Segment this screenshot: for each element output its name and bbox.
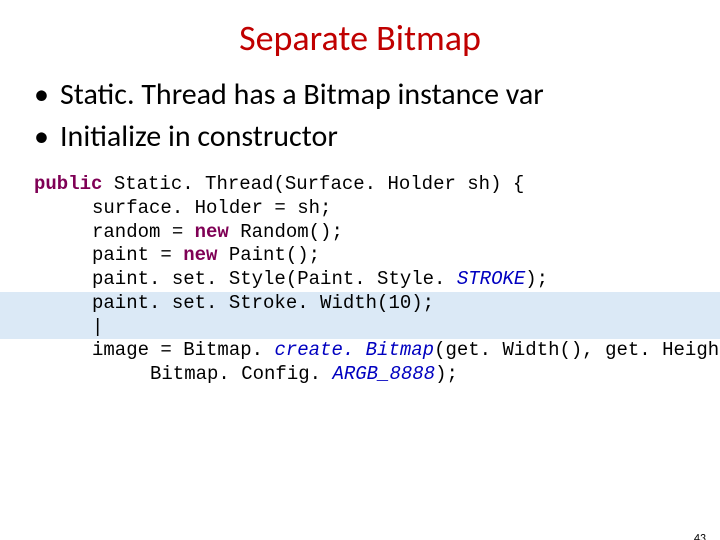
bullet-list: Static. Thread has a Bitmap instance var… bbox=[34, 76, 720, 155]
code-line: paint = new Paint(); bbox=[34, 244, 680, 268]
code-text: ); bbox=[435, 363, 458, 385]
slide-title: Separate Bitmap bbox=[0, 16, 720, 60]
code-keyword: new bbox=[195, 221, 229, 243]
code-keyword: public bbox=[34, 173, 102, 195]
slide: Separate Bitmap Static. Thread has a Bit… bbox=[0, 16, 720, 540]
code-text: Paint(); bbox=[217, 244, 320, 266]
code-static: ARGB_8888 bbox=[332, 363, 435, 385]
code-text: image = Bitmap. bbox=[92, 339, 274, 361]
bullet-item: Initialize in constructor bbox=[34, 118, 720, 156]
code-line: paint. set. Style(Paint. Style. STROKE); bbox=[34, 268, 680, 292]
code-line: image = Bitmap. create. Bitmap(get. Widt… bbox=[34, 339, 680, 363]
code-line-highlighted: paint. set. Stroke. Width(10); bbox=[0, 292, 720, 316]
code-text: Bitmap. Config. bbox=[150, 363, 332, 385]
page-number: 43 bbox=[694, 532, 706, 540]
code-text: (get. Width(), get. Height(), bbox=[434, 339, 720, 361]
code-line: Bitmap. Config. ARGB_8888); bbox=[34, 363, 680, 387]
code-keyword: new bbox=[183, 244, 217, 266]
code-text: ); bbox=[525, 268, 548, 290]
code-text: Static. Thread(Surface. Holder sh) { bbox=[102, 173, 524, 195]
code-text: Random(); bbox=[229, 221, 343, 243]
code-static: STROKE bbox=[457, 268, 525, 290]
code-block: public Static. Thread(Surface. Holder sh… bbox=[34, 173, 680, 387]
code-text: paint = bbox=[92, 244, 183, 266]
code-text: random = bbox=[92, 221, 195, 243]
code-static: create. Bitmap bbox=[274, 339, 434, 361]
code-cursor-line: | bbox=[0, 316, 720, 340]
code-line: surface. Holder = sh; bbox=[34, 197, 680, 221]
bullet-item: Static. Thread has a Bitmap instance var bbox=[34, 76, 720, 114]
code-line: random = new Random(); bbox=[34, 221, 680, 245]
code-text: paint. set. Style(Paint. Style. bbox=[92, 268, 457, 290]
